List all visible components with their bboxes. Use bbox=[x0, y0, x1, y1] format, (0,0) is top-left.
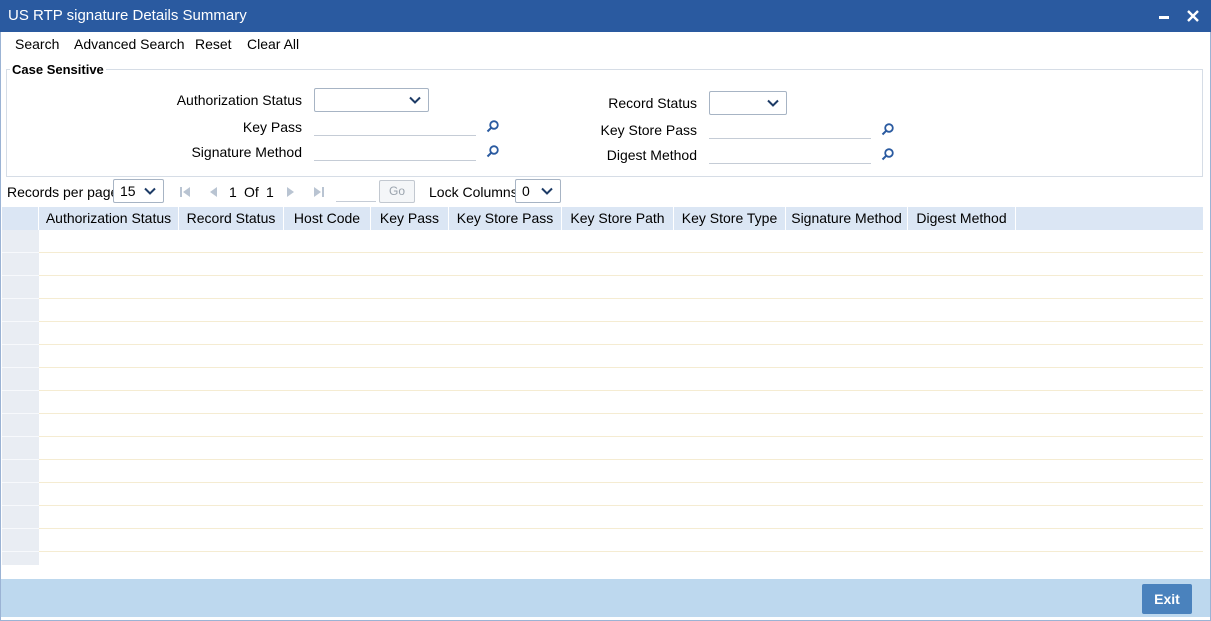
row-selector[interactable] bbox=[2, 276, 39, 299]
table-row[interactable] bbox=[39, 368, 1203, 391]
table-row[interactable] bbox=[39, 299, 1203, 322]
records-per-page-select[interactable]: 15 bbox=[113, 179, 164, 203]
key-pass-input[interactable] bbox=[314, 114, 476, 136]
authorization-status-label: Authorization Status bbox=[176, 92, 302, 108]
signature-method-label: Signature Method bbox=[191, 144, 302, 160]
row-selector[interactable] bbox=[2, 391, 39, 414]
close-icon[interactable] bbox=[1184, 7, 1202, 25]
title-bar: US RTP signature Details Summary bbox=[0, 0, 1211, 32]
records-per-page-label: Records per page bbox=[7, 184, 119, 200]
row-selector[interactable] bbox=[2, 483, 39, 506]
window-title: US RTP signature Details Summary bbox=[8, 7, 247, 24]
row-selector[interactable] bbox=[2, 299, 39, 322]
table-row[interactable] bbox=[39, 483, 1203, 506]
last-page-icon[interactable] bbox=[313, 186, 325, 198]
lock-columns-select[interactable]: 0 bbox=[515, 179, 561, 203]
search-button[interactable]: Search bbox=[15, 36, 59, 52]
column-header[interactable]: Record Status bbox=[179, 207, 284, 230]
row-selector[interactable] bbox=[2, 368, 39, 391]
row-selector[interactable] bbox=[2, 322, 39, 345]
search-icon[interactable] bbox=[486, 144, 500, 158]
minimize-icon[interactable] bbox=[1155, 7, 1173, 25]
table-row[interactable] bbox=[39, 253, 1203, 276]
row-selector[interactable] bbox=[2, 437, 39, 460]
signature-method-input[interactable] bbox=[314, 139, 476, 161]
column-header[interactable]: Host Code bbox=[284, 207, 371, 230]
footer-bar bbox=[1, 579, 1210, 617]
row-selector[interactable] bbox=[2, 414, 39, 437]
grid-header: Authorization Status Record Status Host … bbox=[2, 207, 1203, 230]
column-header[interactable]: Authorization Status bbox=[39, 207, 179, 230]
chevron-down-icon bbox=[767, 99, 779, 107]
key-pass-label: Key Pass bbox=[242, 119, 302, 135]
row-selector[interactable] bbox=[2, 506, 39, 529]
record-status-select[interactable] bbox=[709, 91, 787, 115]
table-row[interactable] bbox=[39, 437, 1203, 460]
total-pages: 1 bbox=[266, 184, 274, 200]
authorization-status-select[interactable] bbox=[314, 88, 429, 112]
table-row[interactable] bbox=[39, 345, 1203, 368]
table-row[interactable] bbox=[39, 506, 1203, 529]
table-row[interactable] bbox=[39, 529, 1203, 552]
chevron-down-icon bbox=[144, 187, 156, 195]
row-selector[interactable] bbox=[2, 529, 39, 552]
page-number-input[interactable] bbox=[336, 181, 376, 202]
table-row[interactable] bbox=[39, 230, 1203, 253]
digest-method-input[interactable] bbox=[709, 142, 871, 164]
record-status-label: Record Status bbox=[608, 95, 697, 111]
table-row[interactable] bbox=[39, 414, 1203, 437]
search-icon[interactable] bbox=[881, 147, 895, 161]
chevron-down-icon bbox=[541, 187, 553, 195]
table-row[interactable] bbox=[39, 391, 1203, 414]
row-selector[interactable] bbox=[2, 253, 39, 276]
digest-method-label: Digest Method bbox=[606, 147, 697, 163]
column-header[interactable]: Key Store Path bbox=[562, 207, 674, 230]
go-button[interactable]: Go bbox=[379, 180, 415, 203]
reset-button[interactable]: Reset bbox=[195, 36, 232, 52]
table-row[interactable] bbox=[39, 460, 1203, 483]
case-sensitive-legend: Case Sensitive bbox=[10, 62, 106, 77]
table-row[interactable] bbox=[39, 276, 1203, 299]
key-store-pass-label: Key Store Pass bbox=[600, 122, 698, 138]
previous-page-icon[interactable] bbox=[207, 186, 219, 198]
column-header[interactable]: Signature Method bbox=[786, 207, 908, 230]
exit-button[interactable]: Exit bbox=[1142, 584, 1192, 614]
select-all-column-header[interactable] bbox=[2, 207, 39, 230]
current-page: 1 bbox=[229, 184, 237, 200]
column-header[interactable]: Key Pass bbox=[371, 207, 449, 230]
table-row[interactable] bbox=[39, 322, 1203, 345]
row-selector[interactable] bbox=[2, 345, 39, 368]
clear-all-button[interactable]: Clear All bbox=[247, 36, 299, 52]
search-icon[interactable] bbox=[881, 122, 895, 136]
advanced-search-button[interactable]: Advanced Search bbox=[74, 36, 185, 52]
chevron-down-icon bbox=[409, 96, 421, 104]
key-store-pass-input[interactable] bbox=[709, 117, 871, 139]
first-page-icon[interactable] bbox=[179, 186, 191, 198]
column-header[interactable]: Key Store Pass bbox=[449, 207, 562, 230]
search-icon[interactable] bbox=[486, 119, 500, 133]
next-page-icon[interactable] bbox=[285, 186, 297, 198]
of-label: Of bbox=[244, 184, 259, 200]
column-header[interactable]: Digest Method bbox=[908, 207, 1016, 230]
column-header[interactable]: Key Store Type bbox=[674, 207, 786, 230]
row-selector[interactable] bbox=[2, 230, 39, 253]
row-selector[interactable] bbox=[2, 460, 39, 483]
lock-columns-label: Lock Columns bbox=[429, 184, 518, 200]
